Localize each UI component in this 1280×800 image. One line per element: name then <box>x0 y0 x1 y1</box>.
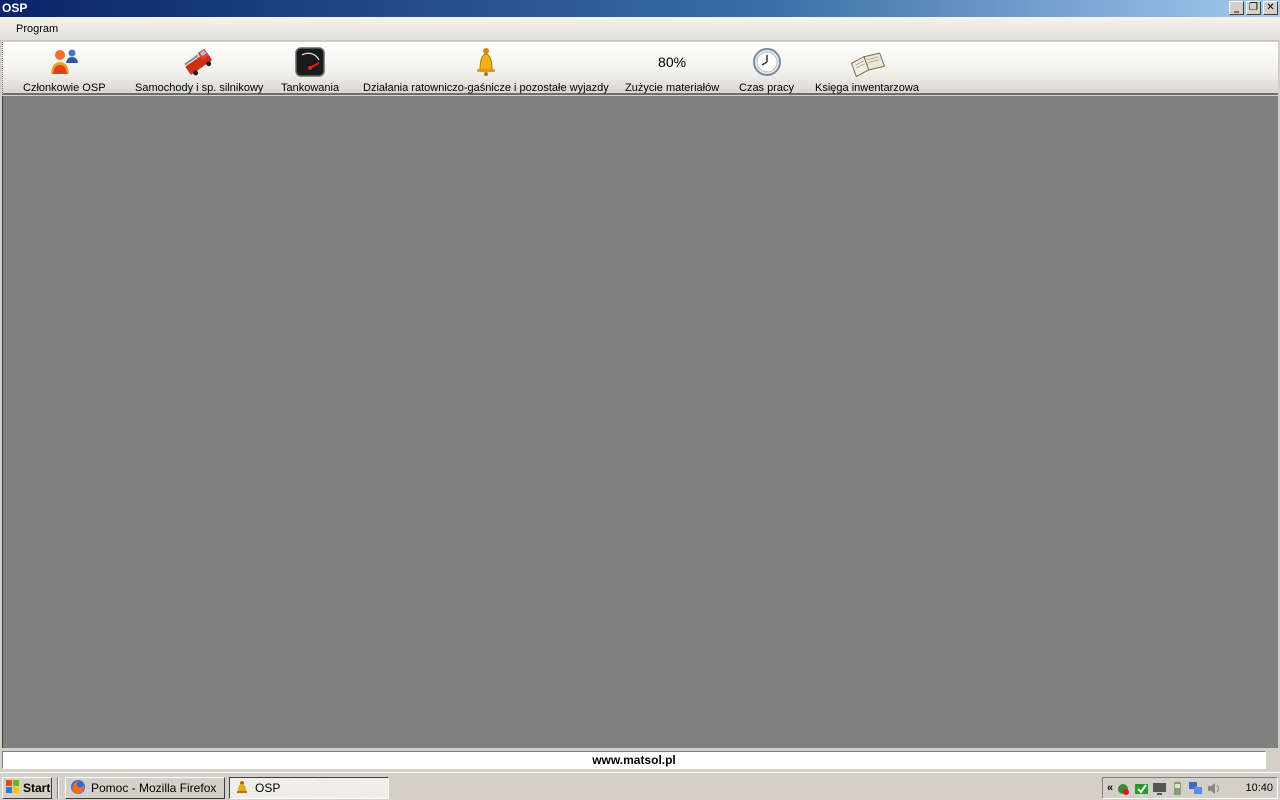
taskbar: Start Pomoc - Mozilla Firefox OSP « 10:4… <box>0 772 1280 800</box>
menu-program[interactable]: Program <box>10 22 64 36</box>
status-bar: www.matsol.pl <box>0 748 1280 770</box>
members-label: Członkowie OSP <box>23 82 106 94</box>
clock[interactable]: 10:40 <box>1245 782 1273 794</box>
window-title: OSP <box>2 1 28 15</box>
refueling-label: Tankowania <box>281 82 340 94</box>
start-button[interactable]: Start <box>2 777 52 799</box>
update-icon[interactable] <box>1134 781 1149 796</box>
osp-app-icon <box>234 779 250 798</box>
menu-bar: Program <box>0 17 1280 41</box>
task-firefox-label: Pomoc - Mozilla Firefox <box>91 781 217 795</box>
status-url: www.matsol.pl <box>2 751 1266 769</box>
worktime-button[interactable]: Czas pracy <box>739 46 794 94</box>
materials-label: Zużycie materiałów <box>625 82 720 94</box>
toolbar: Członkowie OSP Samochody i sp. silnikowy <box>2 42 1278 95</box>
volume-icon[interactable] <box>1206 781 1221 796</box>
windows-logo-icon <box>6 779 20 797</box>
worktime-label: Czas pracy <box>739 82 795 94</box>
book-icon <box>849 46 885 78</box>
inventory-label: Księga inwentarzowa <box>815 82 919 94</box>
network-icon[interactable] <box>1188 781 1203 796</box>
bell-icon <box>470 46 502 78</box>
close-button[interactable]: ✕ <box>1263 1 1278 15</box>
window-controls: _ ❐ ✕ <box>1229 1 1278 15</box>
taskbar-separator <box>57 777 59 799</box>
minimize-button[interactable]: _ <box>1229 1 1244 15</box>
members-icon <box>48 46 80 78</box>
fire-truck-icon <box>181 46 217 78</box>
refueling-button[interactable]: Tankowania <box>281 46 339 94</box>
display-icon[interactable] <box>1152 781 1167 796</box>
title-bar: OSP _ ❐ ✕ <box>0 0 1280 17</box>
percent-icon: 80% <box>658 46 686 78</box>
mdi-workspace[interactable] <box>2 96 1278 748</box>
start-label: Start <box>23 781 51 795</box>
members-button[interactable]: Członkowie OSP <box>23 46 106 94</box>
tray-expand-button[interactable]: « <box>1107 782 1113 794</box>
system-tray: « 10:40 <box>1102 777 1278 799</box>
vehicles-button[interactable]: Samochody i sp. silnikowy <box>135 46 263 94</box>
safely-remove-icon[interactable] <box>1170 781 1185 796</box>
actions-button[interactable]: Działania ratowniczo-gaśnicze i pozostał… <box>363 46 609 94</box>
antivirus-icon[interactable] <box>1116 781 1131 796</box>
vehicles-label: Samochody i sp. silnikowy <box>135 82 264 94</box>
inventory-button[interactable]: Księga inwentarzowa <box>815 46 919 94</box>
materials-percent: 80% <box>658 54 687 70</box>
clock-icon <box>751 46 783 78</box>
fuel-gauge-icon <box>294 46 326 78</box>
task-osp[interactable]: OSP <box>229 777 389 799</box>
firefox-icon <box>70 779 86 798</box>
actions-label: Działania ratowniczo-gaśnicze i pozostał… <box>363 82 609 94</box>
restore-button[interactable]: ❐ <box>1246 1 1261 15</box>
materials-button[interactable]: 80% Zużycie materiałów <box>625 46 719 94</box>
task-osp-label: OSP <box>255 781 281 795</box>
task-firefox[interactable]: Pomoc - Mozilla Firefox <box>65 777 225 799</box>
